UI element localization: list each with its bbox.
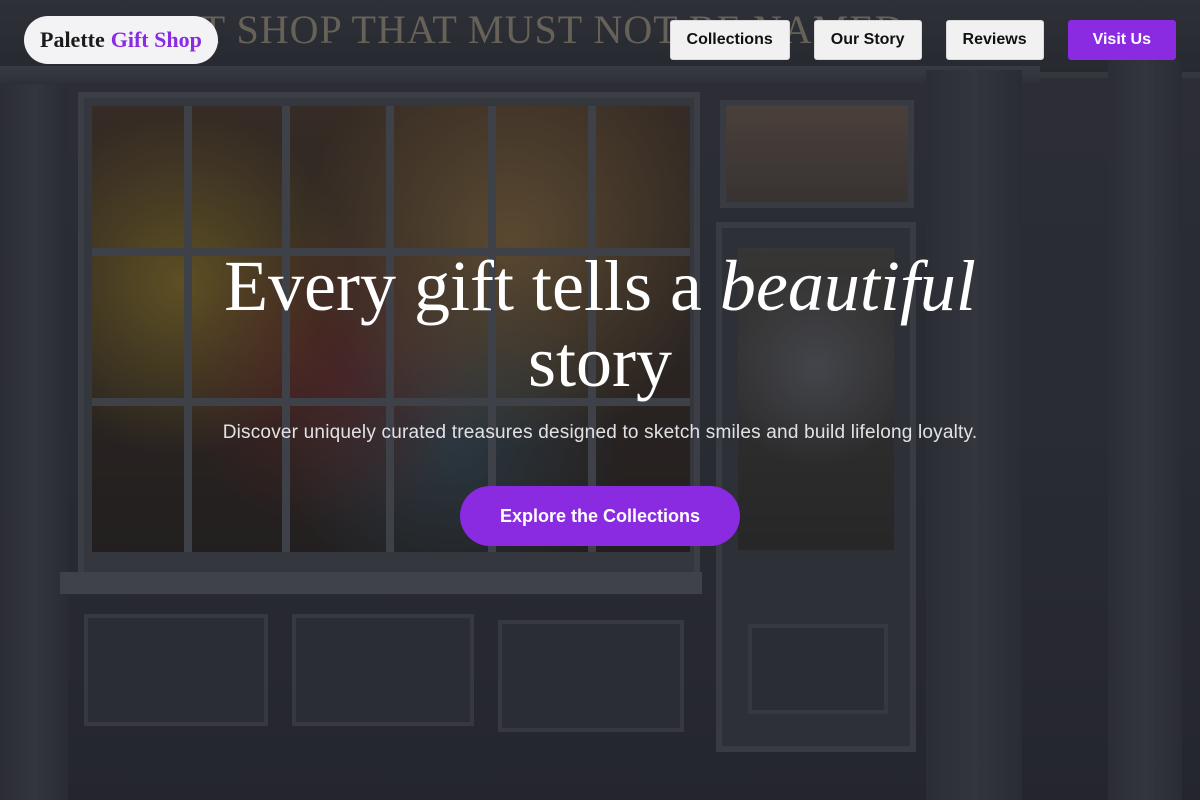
hero-subtitle: Discover uniquely curated treasures desi… bbox=[222, 422, 978, 443]
headline-emphasis: beautiful bbox=[719, 246, 976, 326]
main-nav: Collections Our Story Reviews Visit Us bbox=[669, 20, 1176, 60]
explore-collections-button[interactable]: Explore the Collections bbox=[460, 486, 740, 546]
headline-text: Every gift tells a bbox=[224, 246, 702, 326]
nav-our-story-button[interactable]: Our Story bbox=[813, 20, 922, 60]
nav-collections-button[interactable]: Collections bbox=[669, 20, 790, 60]
brand-name-primary: Palette bbox=[40, 27, 105, 52]
hero-headline: Every gift tells a beautiful story bbox=[0, 248, 1200, 400]
headline-text-end: story bbox=[528, 322, 672, 402]
brand-logo[interactable]: Palette Gift Shop bbox=[24, 16, 218, 64]
nav-reviews-button[interactable]: Reviews bbox=[945, 20, 1044, 60]
visit-us-button[interactable]: Visit Us bbox=[1067, 20, 1176, 60]
brand-name-accent: Gift Shop bbox=[110, 27, 202, 52]
hero-section: Every gift tells a beautiful story Disco… bbox=[0, 248, 1200, 546]
